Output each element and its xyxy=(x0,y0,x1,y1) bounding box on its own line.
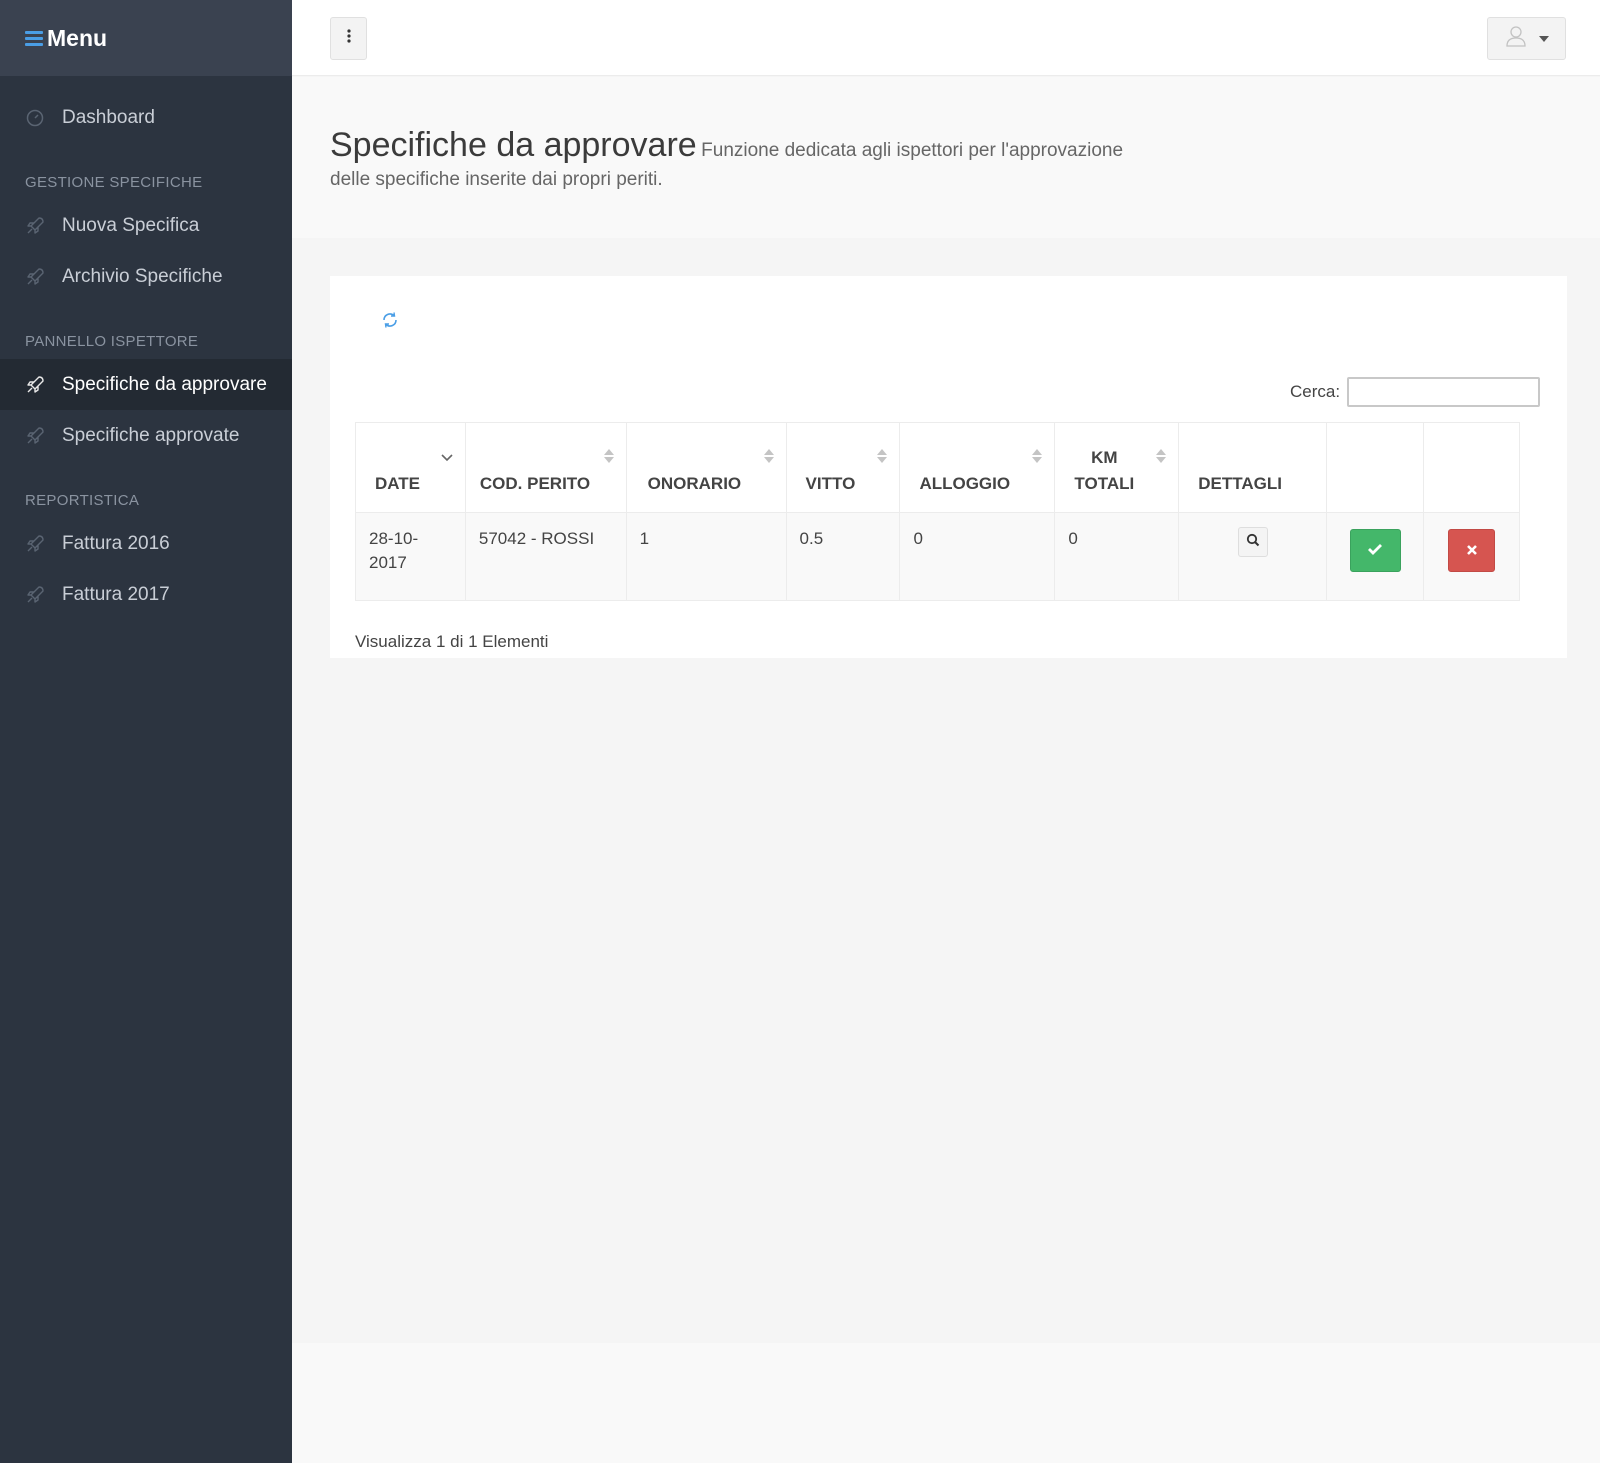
sort-icon xyxy=(1156,449,1167,463)
page-title-wrap: Specifiche da approvare Funzione dedicat… xyxy=(330,113,1130,178)
column-label-km: KM xyxy=(1091,448,1118,467)
section-gestione-specifiche: GESTIONE SPECIFICHE xyxy=(25,174,203,191)
sort-icon xyxy=(1032,449,1043,463)
cell-vitto: 0.5 xyxy=(785,512,901,601)
column-label: ONORARIO xyxy=(647,474,742,493)
section-reportistica: REPORTISTICA xyxy=(25,492,140,509)
close-icon xyxy=(1466,541,1478,561)
column-label-totali: TOTALI xyxy=(1074,474,1135,493)
kebab-icon xyxy=(346,29,351,48)
page-title: Specifiche da approvare xyxy=(330,126,697,164)
cell-approve xyxy=(1326,512,1425,601)
approve-button[interactable] xyxy=(1349,529,1401,572)
column-header-alloggio[interactable]: ALLOGGIO xyxy=(899,422,1056,513)
more-options-button[interactable] xyxy=(330,17,367,60)
sort-icon xyxy=(603,449,614,463)
sidebar-item-fattura-2016[interactable]: Fattura 2016 xyxy=(0,518,292,569)
dashboard-icon xyxy=(25,108,45,128)
cell-alloggio: 0 xyxy=(899,512,1056,601)
column-label: DATE xyxy=(375,474,421,493)
column-header-dettagli: DETTAGLI xyxy=(1178,422,1328,513)
check-icon xyxy=(1367,541,1383,561)
sidebar-item-specifiche-da-approvare[interactable]: Specifiche da approvare xyxy=(0,359,292,410)
date-part-2: 2017 xyxy=(369,553,407,572)
column-header-vitto[interactable]: VITTO xyxy=(785,422,901,513)
caret-down-icon xyxy=(1538,35,1549,42)
reject-button[interactable] xyxy=(1448,529,1496,572)
topbar xyxy=(292,0,1600,76)
rocket-icon xyxy=(25,534,45,554)
column-header-km-totali[interactable]: KM TOTALI xyxy=(1054,422,1180,513)
sidebar: Menu Dashboard GESTIONE SPECIFICHE Nuova… xyxy=(0,0,292,1463)
date-part-1: 28-10- xyxy=(369,529,419,548)
sort-icon xyxy=(877,449,888,463)
specifiche-table: DATE COD. PERITO ONORARIO VITTO ALLOGGIO xyxy=(355,422,1520,601)
column-header-onorario[interactable]: ONORARIO xyxy=(625,422,787,513)
sidebar-item-fattura-2017[interactable]: Fattura 2017 xyxy=(0,569,292,620)
column-label: COD. PERITO xyxy=(479,474,591,493)
column-header-approve xyxy=(1326,422,1425,513)
rocket-icon xyxy=(25,585,45,605)
sidebar-item-archivio-specifiche[interactable]: Archivio Specifiche xyxy=(0,251,292,302)
search-icon xyxy=(1246,532,1260,552)
rocket-icon xyxy=(25,375,45,395)
cell-date: 28-10- 2017 xyxy=(355,512,466,601)
sidebar-item-label: Specifiche da approvare xyxy=(62,373,267,395)
cell-onorario: 1 xyxy=(625,512,787,601)
hamburger-icon[interactable] xyxy=(25,28,43,49)
cell-reject xyxy=(1423,512,1520,601)
cell-dettagli xyxy=(1178,512,1328,601)
content-panel: Cerca: DATE COD. PERITO ONORARIO VITTO A… xyxy=(330,276,1567,658)
sidebar-item-label: Specifiche approvate xyxy=(62,424,240,446)
sidebar-item-specifiche-approvate[interactable]: Specifiche approvate xyxy=(0,410,292,461)
search-input[interactable] xyxy=(1347,377,1540,407)
chevron-down-icon xyxy=(441,447,453,467)
table-row: 28-10- 2017 57042 - ROSSI 1 0.5 0 0 xyxy=(355,512,1520,601)
cell-km-totali: 0 xyxy=(1054,512,1180,601)
column-label: ALLOGGIO xyxy=(919,474,1011,493)
column-label: VITTO xyxy=(805,474,856,493)
cell-cod-perito: 57042 - ROSSI xyxy=(464,512,627,601)
sidebar-item-label: Archivio Specifiche xyxy=(62,265,223,287)
sidebar-item-label: Dashboard xyxy=(62,106,155,128)
user-icon xyxy=(1505,25,1527,52)
page-header: Specifiche da approvare Funzione dedicat… xyxy=(292,77,1600,238)
page-subtitle: Funzione dedicata agli ispettori per l'a… xyxy=(701,140,1124,161)
footer-strip xyxy=(292,1343,1600,1463)
table-info: Visualizza 1 di 1 Elementi xyxy=(355,632,549,651)
sidebar-item-label: Fattura 2017 xyxy=(62,583,170,605)
sidebar-item-label: Nuova Specifica xyxy=(62,214,200,236)
user-menu-button[interactable] xyxy=(1487,17,1566,60)
page-subtitle-line2: delle specifiche inserite dai propri per… xyxy=(330,169,663,190)
sidebar-item-nuova-specifica[interactable]: Nuova Specifica xyxy=(0,200,292,251)
rocket-icon xyxy=(25,426,45,446)
column-label: DETTAGLI xyxy=(1198,474,1282,493)
sort-icon xyxy=(763,449,774,463)
search-label: Cerca: xyxy=(1290,382,1341,401)
column-header-cod-perito[interactable]: COD. PERITO xyxy=(464,422,627,513)
column-header-reject xyxy=(1423,422,1520,513)
refresh-icon[interactable] xyxy=(380,310,400,335)
section-pannello-ispettore: PANNELLO ISPETTORE xyxy=(25,333,199,350)
column-header-date[interactable]: DATE xyxy=(355,422,466,513)
sidebar-item-label: Fattura 2016 xyxy=(62,532,170,554)
menu-title: Menu xyxy=(47,24,108,51)
sidebar-item-dashboard[interactable]: Dashboard xyxy=(0,92,292,143)
details-button[interactable] xyxy=(1237,527,1268,557)
sidebar-header[interactable]: Menu xyxy=(0,0,292,76)
rocket-icon xyxy=(25,216,45,236)
rocket-icon xyxy=(25,267,45,287)
